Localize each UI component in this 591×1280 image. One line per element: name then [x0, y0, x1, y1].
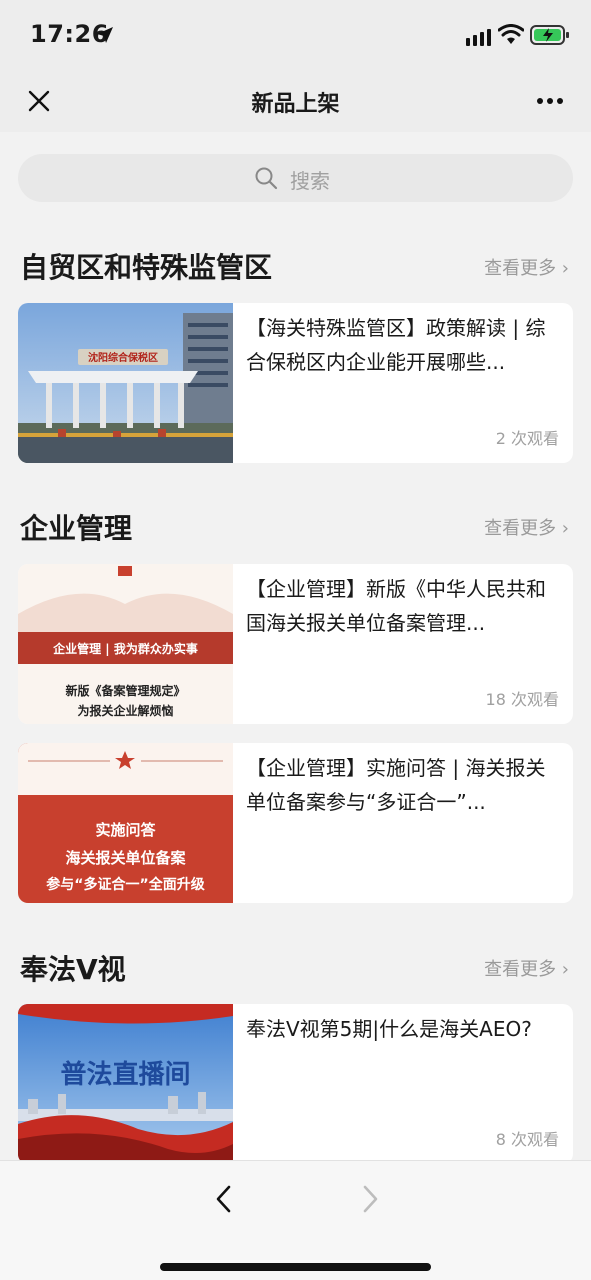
- nav-bar: 新品上架: [0, 70, 591, 132]
- search-placeholder: 搜索: [290, 169, 330, 193]
- view-count: 18 次观看: [485, 690, 559, 709]
- thumbnail-banner-text: 企业管理 | 我为群众办实事: [53, 642, 198, 656]
- chevron-right-icon: ›: [556, 959, 569, 980]
- page-title: 新品上架: [251, 92, 340, 117]
- home-indicator: [160, 1263, 431, 1271]
- thumbnail-text-line1: 新版《备案管理规定》: [65, 684, 186, 698]
- status-bar: 17:26: [0, 0, 591, 70]
- view-more-label: 查看更多: [484, 258, 557, 279]
- wifi-icon: [498, 24, 524, 44]
- video-thumbnail: 普法直播间: [18, 1004, 233, 1164]
- video-thumbnail: 企业管理 | 我为群众办实事 新版《备案管理规定》 为报关企业解烦恼: [18, 564, 233, 724]
- search-icon: [255, 167, 278, 190]
- back-arrow-icon[interactable]: [210, 1183, 238, 1215]
- video-card[interactable]: 实施问答 海关报关单位备案 参与“多证合一”全面升级 【企业管理】实施问答 | …: [18, 743, 573, 903]
- thumbnail-text-line3: 参与“多证合一”全面升级: [46, 877, 205, 893]
- section-title: 奉法V视: [20, 953, 126, 986]
- forward-arrow-icon[interactable]: [356, 1183, 384, 1215]
- video-title: 【企业管理】新版《中华人民共和国海关报关单位备案管理...: [246, 577, 546, 635]
- chevron-right-icon: ›: [556, 258, 569, 279]
- battery-charging-icon: [530, 25, 569, 45]
- view-more-link[interactable]: 查看更多 ›: [484, 254, 569, 280]
- video-card[interactable]: 普法直播间 奉法V视第5期|什么是海关AEO? 8 次观看: [18, 1004, 573, 1164]
- chevron-right-icon: ›: [556, 518, 569, 539]
- view-more-label: 查看更多: [484, 518, 557, 539]
- video-card[interactable]: 企业管理 | 我为群众办实事 新版《备案管理规定》 为报关企业解烦恼 【企业管理…: [18, 564, 573, 724]
- thumbnail-sign: 沈阳综合保税区: [88, 351, 158, 364]
- video-thumbnail: 沈阳综合保税区: [18, 303, 233, 463]
- bottom-toolbar: [0, 1160, 591, 1280]
- thumbnail-text: 普法直播间: [60, 1060, 191, 1090]
- view-count: 2 次观看: [495, 429, 559, 448]
- view-more-link[interactable]: 查看更多 ›: [484, 955, 569, 981]
- view-more-label: 查看更多: [484, 959, 557, 980]
- search-input[interactable]: 搜索: [18, 154, 573, 202]
- video-title: 【企业管理】实施问答 | 海关报关单位备案参与“多证合一”...: [246, 756, 546, 814]
- more-options-icon[interactable]: [530, 86, 570, 116]
- video-title: 奉法V视第5期|什么是海关AEO?: [246, 1017, 532, 1041]
- view-count: 8 次观看: [495, 1130, 559, 1149]
- thumbnail-text-line2: 海关报关单位备案: [65, 849, 186, 867]
- video-title: 【海关特殊监管区】政策解读 | 综合保税区内企业能开展哪些...: [246, 316, 546, 374]
- location-arrow-icon: [97, 27, 113, 43]
- thumbnail-text-line2: 为报关企业解烦恼: [77, 704, 174, 718]
- video-thumbnail: 实施问答 海关报关单位备案 参与“多证合一”全面升级: [18, 743, 233, 903]
- thumbnail-image: 沈阳综合保税区: [18, 303, 233, 463]
- section-title: 自贸区和特殊监管区: [20, 251, 273, 284]
- view-more-link[interactable]: 查看更多 ›: [484, 514, 569, 540]
- section-title: 企业管理: [20, 512, 133, 545]
- cellular-signal-icon: [466, 29, 491, 46]
- video-card[interactable]: 沈阳综合保税区 【海关特殊监管区】政策解读 | 综合保税区内企业能开展哪些...…: [18, 303, 573, 463]
- thumbnail-text-line1: 实施问答: [95, 821, 156, 839]
